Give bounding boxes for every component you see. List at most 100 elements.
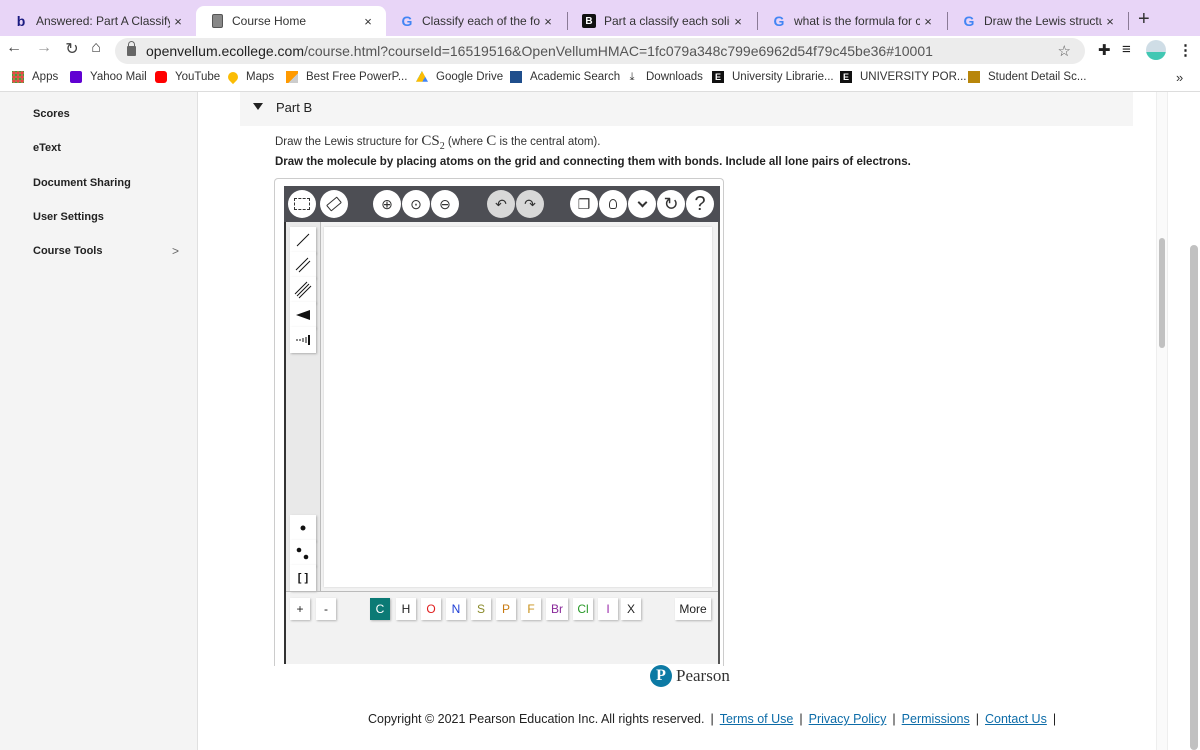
content-scrollbar-track[interactable] [1156,92,1168,750]
close-tab-icon[interactable]: × [540,14,556,29]
sidebar-item-scores[interactable]: Scores [33,108,70,120]
privacy-policy-link[interactable]: Privacy Policy [809,712,887,726]
bookmark-label: Yahoo Mail [90,71,147,83]
sidebar-item-user-settings[interactable]: User Settings [33,211,104,223]
tab-title: Draw the Lewis structure for [984,14,1102,28]
bookmark-google-drive[interactable]: Google Drive [416,71,503,83]
contact-us-link[interactable]: Contact Us [985,712,1047,726]
question-prompt: Draw the Lewis structure for CS2 (where … [275,133,600,152]
tab-part-a-classify-solid[interactable]: B Part a classify each solid as × [568,6,756,36]
bookmarks-bar: Apps Yahoo Mail YouTube Maps Best Free P… [0,64,1200,92]
undo-button[interactable]: ↶ [487,190,515,218]
reload-icon[interactable]: ↻ [62,39,82,59]
help-button[interactable]: ? [686,190,714,218]
atom-h-button[interactable]: H [396,598,416,620]
close-tab-icon[interactable]: × [170,14,186,29]
hint-button[interactable] [599,190,627,218]
close-tab-icon[interactable]: × [730,14,746,29]
page-icon [210,14,224,28]
tab-answered-part-a[interactable]: b Answered: Part A Classify ea × [0,6,196,36]
forward-arrow-icon[interactable]: → [34,39,54,57]
collapse-triangle-icon[interactable] [253,103,263,110]
more-atoms-button[interactable]: More [675,598,711,620]
atom-i-button[interactable]: I [598,598,618,620]
drawing-canvas[interactable] [324,227,712,587]
double-bond-button[interactable] [290,252,316,278]
sidebar-item-etext[interactable]: eText [33,142,61,154]
page-scrollbar-thumb[interactable] [1190,245,1198,750]
close-tab-icon[interactable]: × [1102,14,1118,29]
extensions-puzzle-icon[interactable]: ✚ [1098,41,1111,59]
tab-title: Classify each of the followin [422,14,540,28]
terms-of-use-link[interactable]: Terms of Use [720,712,794,726]
atom-o-button[interactable]: O [421,598,441,620]
triple-bond-button[interactable] [290,277,316,303]
bookmark-label: Maps [246,71,275,83]
bookmark-best-free-powerpoint[interactable]: Best Free PowerP... [286,71,407,83]
part-b-header[interactable]: Part B [240,92,1133,126]
media-control-icon[interactable]: ≡ [1122,41,1131,58]
positive-charge-button[interactable]: + [290,598,310,620]
tab-course-home[interactable]: Course Home × [196,6,386,36]
templates-button[interactable]: ❐ [570,190,598,218]
url-text[interactable]: openvellum.ecollege.com/course.html?cour… [146,43,933,59]
select-icon [294,198,310,210]
sidebar-item-document-sharing[interactable]: Document Sharing [33,177,131,189]
tab-title: Part a classify each solid as [604,14,730,28]
undo-icon: ↶ [495,195,507,212]
bookmark-yahoo-mail[interactable]: Yahoo Mail [70,71,147,83]
redo-icon: ↷ [524,195,536,212]
tab-classify-each[interactable]: G Classify each of the followin × [386,6,566,36]
sidebar-item-course-tools[interactable]: Course Tools [33,245,102,257]
wedge-bond-button[interactable] [290,302,316,328]
atom-c-button[interactable]: C [370,598,390,620]
bookmark-apps[interactable]: Apps [12,71,58,83]
bookmark-academic-search[interactable]: Academic Search [510,71,620,83]
redo-button[interactable]: ↷ [516,190,544,218]
lone-electron-button[interactable] [290,515,316,541]
zoom-in-button[interactable]: ⊕ [373,190,401,218]
chevron-down-icon [637,197,647,207]
lone-pair-button[interactable] [290,540,316,566]
zoom-reset-icon: ⊙ [410,195,422,212]
eraser-tool-button[interactable] [320,190,348,218]
bookmark-youtube[interactable]: YouTube [155,71,220,83]
atom-br-button[interactable]: Br [546,598,568,620]
bookmark-university-portal[interactable]: E UNIVERSITY POR... [840,71,967,83]
profile-avatar[interactable] [1146,40,1166,60]
tab-draw-lewis[interactable]: G Draw the Lewis structure for × [948,6,1128,36]
back-arrow-icon[interactable]: ← [4,39,24,57]
more-tools-dropdown[interactable] [628,190,656,218]
bookmark-maps[interactable]: Maps [225,69,275,85]
content-scrollbar-thumb[interactable] [1159,238,1165,348]
reset-button[interactable]: ↻ [657,190,685,218]
bookmarks-overflow-button[interactable]: » [1176,70,1183,85]
close-tab-icon[interactable]: × [920,14,936,29]
address-bar[interactable]: openvellum.ecollege.com/course.html?cour… [115,38,1085,64]
new-tab-button[interactable]: + [1138,8,1150,31]
zoom-out-button[interactable]: ⊖ [431,190,459,218]
close-tab-icon[interactable]: × [360,14,376,29]
atom-cl-button[interactable]: Cl [573,598,593,620]
zoom-reset-button[interactable]: ⊙ [402,190,430,218]
bracket-button[interactable]: [ ] [290,565,316,591]
bookmark-downloads[interactable]: ⤓ Downloads [626,71,703,83]
footer-separator: | [1052,712,1057,726]
hash-bond-button[interactable] [290,327,316,353]
single-bond-button[interactable] [290,227,316,253]
bookmark-star-icon[interactable]: ☆ [1058,42,1071,60]
bookmark-university-libraries[interactable]: E University Librarie... [712,71,834,83]
chevron-right-icon[interactable]: > [172,244,179,258]
select-tool-button[interactable] [288,190,316,218]
atom-f-button[interactable]: F [521,598,541,620]
tab-formula-cuso[interactable]: G what is the formula for cuso × [758,6,946,36]
bookmark-student-detail[interactable]: Student Detail Sc... [968,71,1086,83]
atom-n-button[interactable]: N [446,598,466,620]
atom-s-button[interactable]: S [471,598,491,620]
negative-charge-button[interactable]: - [316,598,336,620]
permissions-link[interactable]: Permissions [902,712,970,726]
home-icon[interactable]: ⌂ [86,39,106,57]
browser-menu-icon[interactable]: ⋮ [1178,41,1193,59]
atom-p-button[interactable]: P [496,598,516,620]
atom-x-button[interactable]: X [621,598,641,620]
